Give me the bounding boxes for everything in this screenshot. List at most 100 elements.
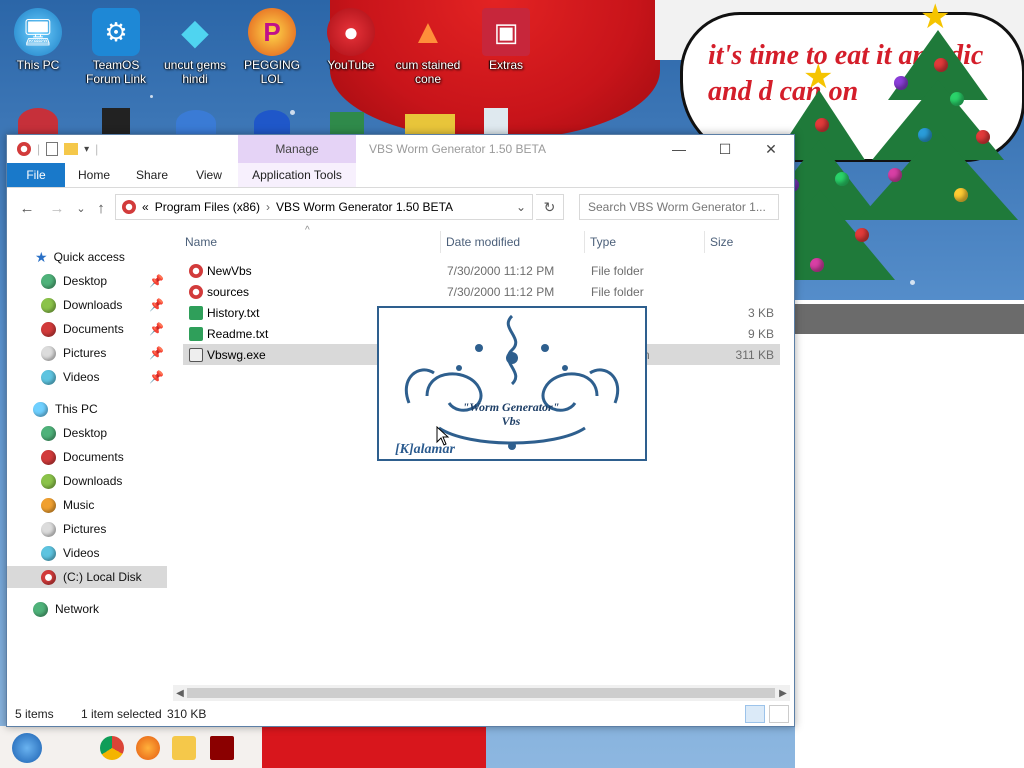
tab-view[interactable]: View [181, 163, 237, 187]
breadcrumb-program-files[interactable]: Program Files (x86) [155, 200, 260, 214]
snowflake [150, 95, 153, 98]
large-icons-view-button[interactable] [769, 705, 789, 723]
sidebar-item-local-disk[interactable]: (C:) Local Disk [7, 566, 167, 588]
sidebar-item-pc-videos[interactable]: Videos [7, 542, 167, 564]
sidebar-item-label: This PC [55, 402, 98, 416]
customize-toolbar-icon[interactable]: ▾ [84, 144, 89, 155]
pictures-icon [41, 521, 56, 537]
forward-button[interactable]: → [47, 198, 67, 218]
background-window-titlebar [795, 304, 1024, 334]
desktop-icon-pegging[interactable]: P PEGGING LOL [234, 8, 310, 86]
file-explorer-icon[interactable] [172, 736, 196, 760]
pin-icon[interactable]: 📌 [149, 274, 164, 288]
tab-application-tools[interactable]: Application Tools [238, 163, 356, 187]
file-name: sources [207, 284, 250, 299]
sidebar-item-quick-desktop[interactable]: Desktop 📌 [7, 270, 167, 292]
toolbar-divider: | [95, 142, 99, 156]
snowflake [910, 280, 915, 285]
desktop-icon-uncut-gems[interactable]: ◆ uncut gems hindi [157, 8, 233, 86]
file-row[interactable]: NewVbs 7/30/2000 11:12 PM File folder [183, 260, 780, 281]
breadcrumb-separator[interactable]: › [266, 200, 270, 214]
desktop-icon-this-pc[interactable]: 🖥 This PC [0, 8, 76, 72]
desktop-icon-partial[interactable] [18, 108, 58, 136]
desktop-icon-cone[interactable]: ▲ cum stained cone [390, 8, 466, 87]
desktop-icon-partial[interactable] [484, 108, 508, 136]
drive-icon [41, 569, 56, 585]
pin-icon[interactable]: 📌 [149, 322, 164, 336]
up-button[interactable]: ↑ [91, 198, 111, 218]
pin-icon[interactable]: 📌 [149, 346, 164, 360]
maximize-button[interactable]: ☐ [703, 135, 747, 163]
column-divider[interactable] [584, 231, 585, 253]
ornament-graphic [404, 314, 620, 450]
desktop-icon-partial[interactable] [102, 108, 130, 136]
chrome-icon[interactable] [100, 736, 124, 760]
folder-icon [189, 284, 203, 299]
flash-icon[interactable] [210, 736, 234, 760]
scrollbar-thumb[interactable] [187, 688, 775, 698]
search-input[interactable]: Search VBS Worm Generator 1... [579, 194, 779, 220]
close-button[interactable]: ✕ [749, 135, 793, 163]
desktop-icon-partial[interactable] [254, 110, 290, 136]
sidebar-item-quick-videos[interactable]: Videos 📌 [7, 366, 167, 388]
address-bar[interactable]: « Program Files (x86) › VBS Worm Generat… [115, 194, 533, 220]
breadcrumb-current-folder[interactable]: VBS Worm Generator 1.50 BETA [276, 200, 453, 214]
sidebar-item-quick-documents[interactable]: Documents 📌 [7, 318, 167, 340]
sidebar-item-quick-access[interactable]: ★ Quick access [7, 246, 167, 268]
sidebar-item-label: Downloads [63, 298, 123, 312]
box-icon: ▣ [482, 8, 530, 56]
sidebar-item-pc-desktop[interactable]: Desktop [7, 422, 167, 444]
back-button[interactable]: ← [17, 198, 37, 218]
column-header-date-modified[interactable]: Date modified [446, 231, 520, 253]
pin-icon[interactable]: 📌 [149, 370, 164, 384]
sidebar-item-pc-pictures[interactable]: Pictures [7, 518, 167, 540]
app-icon[interactable] [17, 142, 31, 156]
sidebar-item-pc-music[interactable]: Music [7, 494, 167, 516]
sidebar-item-network[interactable]: Network [7, 598, 167, 620]
minimize-button[interactable]: — [657, 135, 701, 163]
title-bar[interactable]: | ▾ | Manage VBS Worm Generator 1.50 BET… [7, 135, 794, 163]
horizontal-scrollbar[interactable]: ◀ ▶ [173, 685, 790, 701]
refresh-button[interactable]: ↻ [536, 194, 564, 220]
scroll-left-arrow-icon[interactable]: ◀ [173, 685, 187, 701]
properties-icon[interactable] [46, 142, 59, 156]
firefox-icon[interactable] [136, 736, 160, 760]
music-icon [41, 497, 56, 513]
sidebar-item-this-pc[interactable]: This PC [7, 398, 167, 420]
column-header-type[interactable]: Type [590, 231, 616, 253]
pin-icon[interactable]: 📌 [149, 298, 164, 312]
navigation-bar: ← → ⌄ ↑ « Program Files (x86) › VBS Worm… [7, 189, 794, 225]
this-pc-icon [33, 401, 48, 417]
sidebar-item-pc-downloads[interactable]: Downloads [7, 470, 167, 492]
ornament [976, 130, 990, 144]
tab-home[interactable]: Home [65, 163, 123, 187]
details-view-button[interactable] [745, 705, 765, 723]
column-header-name[interactable]: Name [185, 231, 217, 253]
tab-file[interactable]: File [7, 163, 65, 187]
sidebar-item-quick-pictures[interactable]: Pictures 📌 [7, 342, 167, 364]
desktop-icon-partial[interactable] [176, 110, 216, 136]
snowflake [290, 110, 295, 115]
text-file-icon [189, 326, 203, 341]
tab-manage[interactable]: Manage [238, 135, 356, 163]
desktop-icon-partial[interactable] [330, 112, 364, 136]
desktop-icon-partial[interactable] [405, 114, 455, 136]
breadcrumb-overflow[interactable]: « [142, 200, 149, 214]
scroll-right-arrow-icon[interactable]: ▶ [776, 685, 790, 701]
toolbar-divider: | [37, 142, 41, 156]
column-divider[interactable] [704, 231, 705, 253]
file-row[interactable]: sources 7/30/2000 11:12 PM File folder [183, 281, 780, 302]
recent-locations-button[interactable]: ⌄ [71, 198, 91, 218]
desktop-icon-youtube[interactable]: ● YouTube [313, 8, 389, 72]
sidebar-item-label: Music [63, 498, 95, 512]
tab-share[interactable]: Share [123, 163, 181, 187]
column-divider[interactable] [440, 231, 441, 253]
address-dropdown-icon[interactable]: ⌄ [516, 200, 526, 214]
new-folder-icon[interactable] [64, 143, 79, 155]
sidebar-item-quick-downloads[interactable]: Downloads 📌 [7, 294, 167, 316]
column-header-size[interactable]: Size [710, 231, 733, 253]
desktop-icon-extras[interactable]: ▣ Extras [468, 8, 544, 72]
start-button-icon[interactable] [12, 733, 42, 763]
sidebar-item-pc-documents[interactable]: Documents [7, 446, 167, 468]
desktop-icon-teamos[interactable]: ⚙ TeamOS Forum Link [78, 8, 154, 86]
